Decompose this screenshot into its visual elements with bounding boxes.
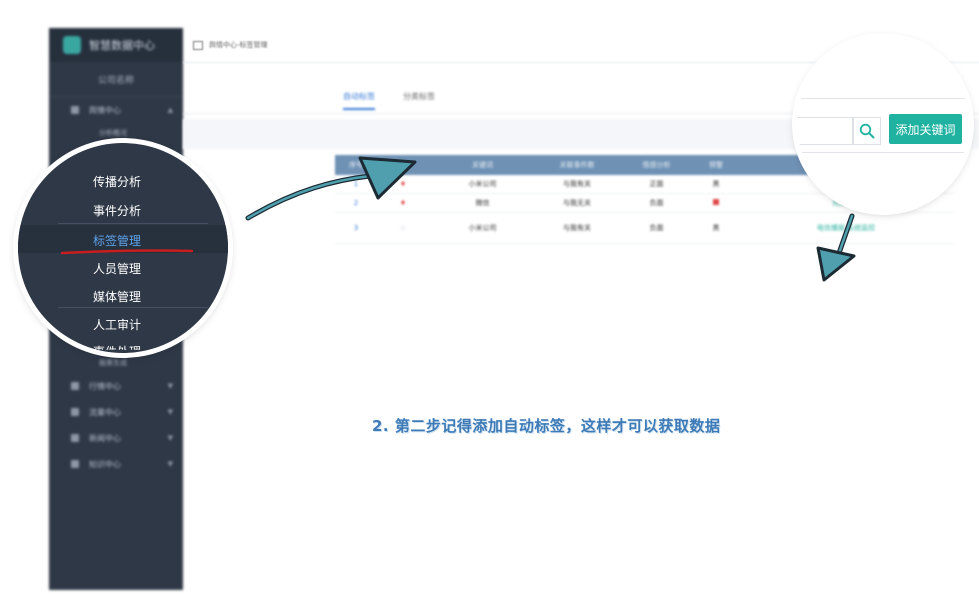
- row-mark: 黑: [695, 175, 737, 194]
- nav-group-news[interactable]: 新闻中心 ▼: [49, 425, 183, 451]
- nav-group-monitor[interactable]: 舆情中心 ▲: [49, 97, 183, 123]
- book-icon: [71, 460, 79, 468]
- chevron-down-icon: ▼: [167, 408, 173, 416]
- col-header: 关联事件数: [536, 155, 618, 175]
- row-keyword: 与我无关: [536, 193, 618, 213]
- menu-item-event-analysis[interactable]: 事件分析: [93, 202, 141, 219]
- toolbar-top-border: [797, 98, 969, 99]
- row-sentiment: 正面: [618, 175, 695, 194]
- menu-item-tag-management[interactable]: 标签管理: [93, 232, 141, 249]
- row-name: 小米公司: [429, 212, 536, 244]
- toolbar-bottom-border: [797, 152, 969, 153]
- search-button[interactable]: [853, 117, 881, 145]
- menu-item-spread-analysis[interactable]: 传播分析: [93, 173, 141, 190]
- row-sentiment: 负面: [618, 212, 695, 244]
- keyword-search-input[interactable]: [797, 117, 853, 145]
- company-name: 公司名称: [49, 62, 183, 97]
- magnified-toolbar: 添加关键词: [797, 38, 969, 210]
- tab-auto-tags[interactable]: 自动标签: [343, 91, 375, 110]
- nav-group-label: 行情中心: [89, 381, 121, 391]
- eye-icon: [71, 408, 79, 416]
- row-mark: [695, 193, 737, 213]
- nav-group-market[interactable]: 行情中心 ▼: [49, 373, 183, 399]
- monitor-icon: [71, 106, 79, 114]
- instruction-caption: 2. 第二步记得添加自动标签，这样才可以获取数据: [372, 417, 721, 435]
- menu-item-staff-management[interactable]: 人员管理: [93, 260, 141, 277]
- nav-sub-overview[interactable]: 分析概况: [49, 123, 183, 143]
- row-name: 微信: [429, 193, 536, 213]
- red-underline: [60, 249, 194, 255]
- logo-text: 智慧数据中心: [89, 39, 155, 52]
- menu-item-media-management[interactable]: 媒体管理: [93, 288, 141, 305]
- add-keyword-button[interactable]: 添加关键词: [889, 114, 962, 144]
- chevron-up-icon: ▲: [167, 106, 173, 114]
- row-keyword: 与我有关: [536, 175, 618, 194]
- logo-mark-icon: [63, 36, 81, 54]
- menu-divider: [58, 307, 208, 308]
- col-header: 关键词: [429, 155, 536, 175]
- user-icon: [71, 382, 79, 390]
- menu-item-manual-audit[interactable]: 人工审计: [93, 316, 141, 333]
- tab-bar: 自动标签 分类标签: [343, 91, 435, 110]
- arrow-down-icon: [816, 213, 856, 282]
- chevron-down-icon: ▼: [167, 382, 173, 390]
- nav-group-traffic[interactable]: 流量中心 ▼: [49, 399, 183, 425]
- red-flag-icon: [713, 199, 719, 205]
- logo: 智慧数据中心: [49, 28, 183, 62]
- nav-group-label: 流量中心: [89, 407, 121, 417]
- col-header: 情感分析: [618, 155, 695, 175]
- monitor-icon: [193, 40, 203, 50]
- nav-group-label: 新闻中心: [89, 433, 121, 443]
- nav-group-knowledge[interactable]: 知识中心 ▼: [49, 451, 183, 477]
- tab-category-tags[interactable]: 分类标签: [403, 91, 435, 110]
- row-keyword: 与我有关: [536, 212, 618, 244]
- nav-group-label: 知识中心: [89, 459, 121, 469]
- row-sentiment: 负面: [618, 193, 695, 213]
- nav-group-label: 舆情中心: [89, 105, 121, 115]
- doc-icon: [71, 434, 79, 442]
- row-mark: 黑: [695, 212, 737, 244]
- breadcrumb: 舆情中心-标签管理: [209, 41, 268, 49]
- menu-divider: [58, 223, 208, 224]
- nav-sub-report[interactable]: 报表生成: [49, 353, 183, 373]
- row-name: 小米公司: [429, 175, 536, 194]
- arrow-to-table-icon: [245, 156, 417, 221]
- chevron-down-icon: ▼: [167, 460, 173, 468]
- col-header: 预警: [695, 155, 737, 175]
- search-icon: [859, 123, 875, 139]
- chevron-down-icon: ▼: [167, 434, 173, 442]
